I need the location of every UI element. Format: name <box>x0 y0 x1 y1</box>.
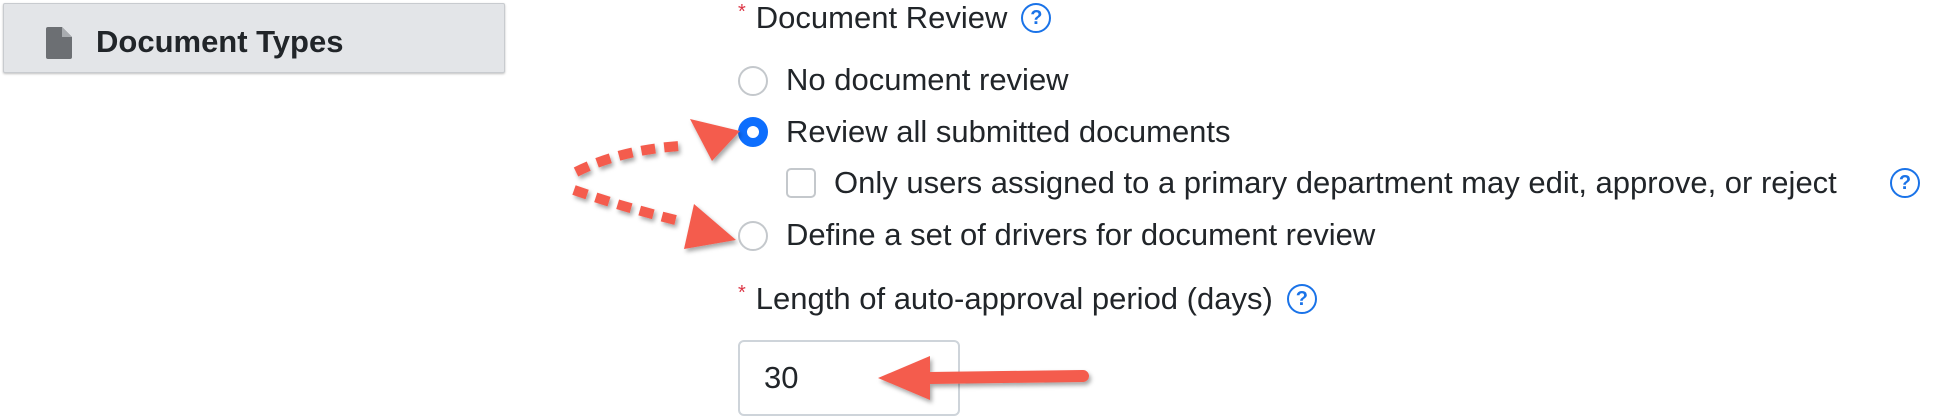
arrowhead-icon <box>684 204 736 249</box>
arrowhead-icon <box>878 356 930 400</box>
dotted-arrow-to-define-drivers <box>572 185 686 227</box>
arrowhead-icon <box>690 119 740 161</box>
dotted-arrow-to-review-all <box>573 141 681 177</box>
arrow-to-days-input <box>924 370 1089 384</box>
annotation-arrows <box>572 119 1089 400</box>
